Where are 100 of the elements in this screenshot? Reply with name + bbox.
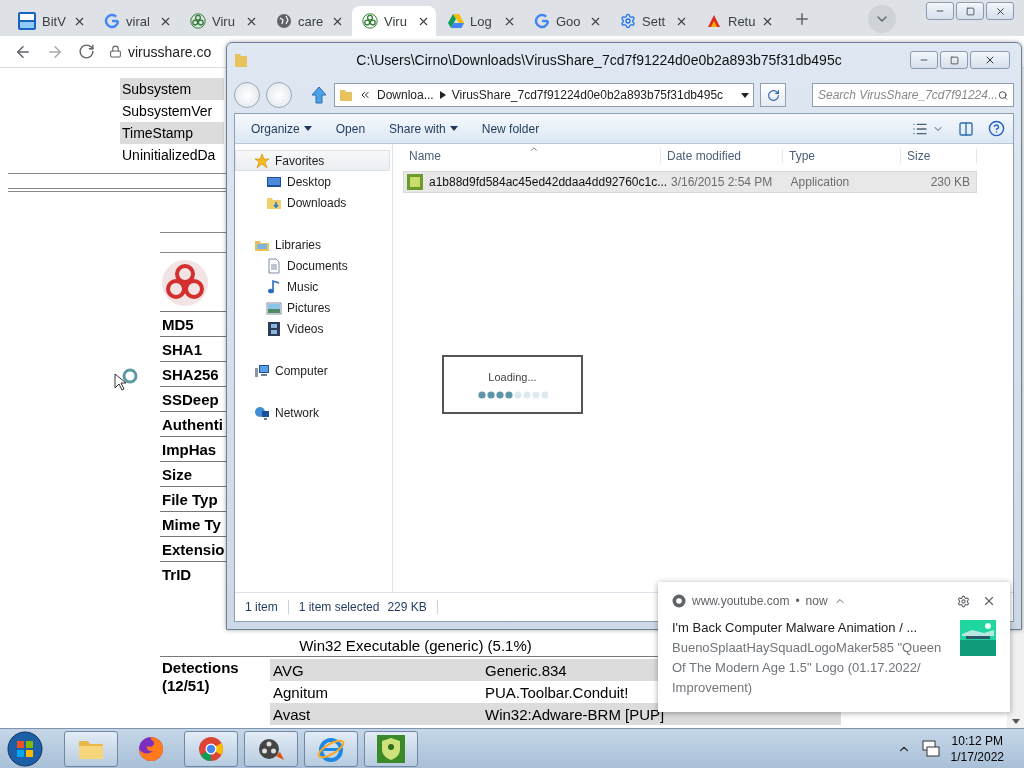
application-icon (407, 174, 423, 190)
nav-tree-item[interactable]: Pictures (235, 297, 390, 318)
dropdown-arrow-icon[interactable] (741, 92, 749, 98)
close-icon (984, 54, 996, 66)
close-button[interactable] (970, 51, 1010, 69)
refresh-button[interactable] (760, 83, 786, 107)
table-cell-text: UninitializedDa (121, 146, 217, 165)
column-header[interactable]: Size (901, 149, 977, 163)
maximize-button[interactable] (940, 51, 968, 69)
notification-title: I'm Back Computer Malware Animation / ... (672, 619, 919, 637)
caret-icon (303, 126, 312, 131)
nav-tree-item[interactable]: Music (235, 276, 390, 297)
row-label: Size (161, 465, 192, 483)
nav-tree-item[interactable]: Desktop (235, 171, 390, 192)
row-label: Extensio (161, 540, 225, 558)
toolbar-button[interactable]: Open (327, 118, 374, 139)
settings-icon[interactable] (957, 594, 970, 608)
table-cell-text: Generic.834 (484, 661, 567, 679)
chrome-icon (672, 594, 686, 608)
breadcrumb-item[interactable]: Downloa... (377, 88, 434, 102)
row-label: SHA256 (161, 365, 219, 383)
sort-caret-icon (529, 144, 539, 154)
browser-tab[interactable]: BitV (8, 6, 92, 36)
maximize-button[interactable] (956, 2, 984, 20)
breadcrumb-item[interactable]: VirusShare_7cd7f91224d0e0b2a893b75f31db495c (451, 88, 724, 102)
nav-tree-item[interactable]: Computer (235, 360, 390, 381)
file-name: a1b88d9fd584ac45ed42ddaa4dd92760c1c... (427, 175, 665, 189)
row-label: Authenti (161, 415, 223, 433)
biohazard-icon (190, 13, 206, 29)
biohazard-icon (362, 13, 378, 29)
time-text: now (805, 594, 828, 608)
nav-tree-item[interactable]: Downloads (235, 192, 390, 213)
document-icon (266, 257, 282, 274)
minimize-button[interactable] (926, 2, 954, 20)
browser-tab[interactable]: Retu (696, 6, 780, 36)
table-cell-text: 3/16/2015 2:54 PM (669, 175, 774, 189)
progress-dots-icon (477, 390, 548, 399)
plus-icon (793, 10, 811, 28)
film-icon (266, 320, 282, 337)
start-button[interactable] (6, 729, 44, 768)
browser-tab[interactable]: care (266, 6, 350, 36)
triangle-logo-icon (706, 13, 722, 29)
table-cell-text: SubsystemVer (121, 102, 214, 121)
clock[interactable]: 10:12 PM 1/17/2022 (950, 732, 1004, 765)
browser-tab[interactable]: Viru (180, 6, 264, 36)
nav-tree-item[interactable]: Network (235, 402, 390, 423)
row-label: SHA1 (161, 340, 202, 358)
table-cell: Subsystem (120, 78, 224, 100)
up-arrow-icon[interactable] (310, 86, 328, 104)
address-field[interactable]: virusshare.co (128, 43, 212, 60)
toolbar-button[interactable]: Share with (381, 118, 466, 139)
column-header[interactable]: Date modified (661, 149, 783, 163)
browser-tab[interactable]: viral (94, 6, 178, 36)
search-icon (997, 88, 1008, 102)
taskbar-button[interactable] (364, 730, 418, 767)
nav-tree-item[interactable]: Documents (235, 255, 390, 276)
minimize-button[interactable] (910, 51, 938, 69)
toolbar-button[interactable]: Organize (243, 118, 320, 139)
row-label: MD5 (161, 315, 194, 333)
taskbar-button[interactable] (244, 730, 298, 767)
close-button[interactable] (986, 2, 1014, 20)
nav-tree-item[interactable]: Libraries (235, 234, 390, 255)
file-row[interactable]: a1b88d9fd584ac45ed42ddaa4dd92760c1c... 3/16/2015 2:54 PM Application 230 KB (403, 171, 977, 193)
gear-icon (620, 13, 636, 29)
computer-icon (254, 362, 270, 379)
close-icon[interactable] (982, 594, 996, 608)
table-cell-text: AVG (272, 661, 305, 679)
separator-dot: • (795, 594, 800, 608)
network-icon[interactable] (920, 739, 941, 758)
notification-card[interactable]: www.youtube.com • now I'm Back Computer Malware Animation / ... BuenoSplaatHaySquadLogoMaker585 "Queen Of The Modern Age 1.5" Logo (01.17.2022/ Improvement) (658, 582, 1010, 712)
preview-pane-icon[interactable] (958, 120, 974, 137)
chevron-icon[interactable] (359, 89, 371, 101)
search-field[interactable]: Search VirusShare_7cd7f91224... (812, 83, 1014, 107)
window-title: C:\Users\Cirno\Downloads\VirusShare_7cd7f91224d0e0b2a893b75f31db495c (355, 52, 843, 68)
column-header[interactable]: Name (403, 149, 661, 163)
scroll-down-arrow-icon[interactable] (1011, 719, 1020, 724)
nav-tree-item[interactable]: Favorites (235, 150, 390, 171)
browser-tab[interactable]: Sett (610, 6, 694, 36)
status-text: 229 KB (387, 600, 427, 614)
taskbar-button[interactable] (184, 730, 238, 767)
help-icon[interactable] (988, 120, 1005, 137)
column-header[interactable]: Type (783, 149, 901, 163)
toolbar-button[interactable]: New folder (473, 118, 548, 139)
lock-icon (109, 45, 122, 58)
table-cell-text: Avast (272, 705, 312, 723)
address-field[interactable]: Downloa... VirusShare_7cd7f91224d0e0b2a893b75f31db495c (334, 83, 754, 107)
shield-app-icon (376, 733, 406, 764)
breadcrumb-arrow-icon[interactable] (439, 91, 446, 99)
table-cell-text: Application (789, 175, 851, 189)
status-text: 1 item (235, 600, 289, 614)
table-cell-text: 230 KB (929, 175, 971, 189)
browser-tab[interactable]: Goo (524, 6, 608, 36)
star-icon (254, 152, 270, 169)
site-name: www.youtube.com (692, 594, 790, 608)
browser-tab[interactable]: Viru (352, 6, 436, 36)
nav-tree-item[interactable]: Videos (235, 318, 390, 339)
browser-tab[interactable]: Log (438, 6, 522, 36)
globe-icon (276, 13, 292, 29)
reload-icon[interactable] (78, 43, 95, 60)
loading-text: Loading... (488, 370, 537, 383)
